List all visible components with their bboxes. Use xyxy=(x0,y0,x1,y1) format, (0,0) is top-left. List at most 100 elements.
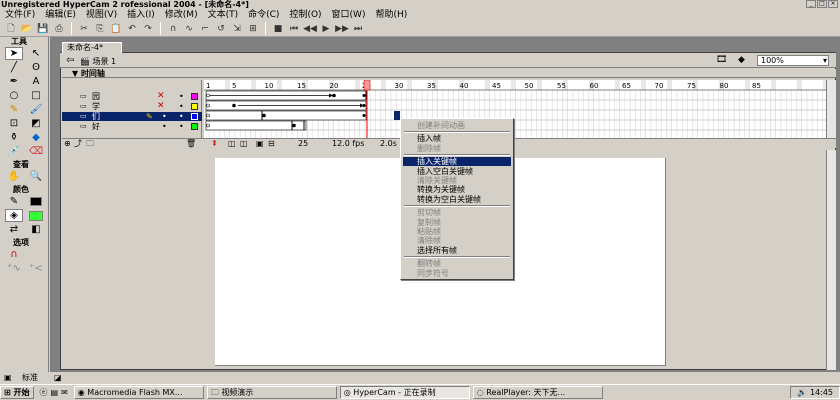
add-folder-icon[interactable]: 🗀 xyxy=(86,139,94,149)
edit-scene-icon[interactable]: 🎞 xyxy=(716,55,727,65)
properties-icon[interactable]: ▣ xyxy=(4,372,12,383)
lock-dot[interactable]: • xyxy=(179,112,184,121)
lock-dot[interactable]: • xyxy=(179,102,184,111)
visible-dot[interactable]: • xyxy=(162,112,167,121)
desktop-icon[interactable]: ▤ xyxy=(51,388,59,397)
eyedropper-tool-icon[interactable]: 💉 xyxy=(5,145,23,158)
menu-control[interactable]: 控制(O) xyxy=(284,9,326,21)
cut-icon[interactable]: ✂ xyxy=(77,22,91,35)
paint-bucket-tool-icon[interactable]: ◆ xyxy=(27,131,45,144)
fill-color-swatch[interactable] xyxy=(27,209,45,222)
go-to-end-icon[interactable]: ⏭ xyxy=(351,22,365,35)
menu-edit[interactable]: 编辑(E) xyxy=(40,9,81,21)
snap-magnet-icon[interactable]: ∩ xyxy=(166,22,180,35)
context-menu-item[interactable]: 转换为关键帧 xyxy=(403,185,511,194)
menu-view[interactable]: 视图(V) xyxy=(81,9,122,21)
layer-row[interactable]: ▭ 们 ✎ • • xyxy=(62,112,202,121)
play-icon[interactable]: ▶ xyxy=(319,22,333,35)
context-menu-item[interactable]: 转换为空白关键帧 xyxy=(403,195,511,204)
scale-icon[interactable]: ⇲ xyxy=(230,22,244,35)
copy-icon[interactable]: ⎘ xyxy=(93,22,107,35)
step-back-icon[interactable]: ◀◀ xyxy=(303,22,317,35)
open-folder-icon[interactable]: 📂 xyxy=(20,22,34,35)
menu-file[interactable]: 文件(F) xyxy=(0,9,40,21)
stroke-color-swatch[interactable] xyxy=(27,195,45,208)
context-menu-item[interactable]: 插入关键帧 xyxy=(403,157,511,167)
timeline-header[interactable]: ▼ 时间轴 xyxy=(62,69,836,78)
frames-grid[interactable]: 1510152025303540455055606570758085 xyxy=(204,80,826,138)
task-realplayer[interactable]: ◌ RealPlayer: 天下无... xyxy=(472,386,603,399)
straighten-icon[interactable]: ⌐ xyxy=(198,22,212,35)
fill-color-icon[interactable]: ◈ xyxy=(5,209,23,222)
outlook-icon[interactable]: ✉ xyxy=(61,388,68,397)
fill-transform-tool-icon[interactable]: ◩ xyxy=(27,117,45,130)
context-menu-item[interactable]: 插入空白关键帧 xyxy=(403,167,511,176)
hidden-x-icon[interactable]: ✕ xyxy=(157,92,165,101)
save-icon[interactable]: 💾 xyxy=(36,22,50,35)
outline-color-swatch[interactable] xyxy=(191,103,198,110)
eraser-tool-icon[interactable]: ⌫ xyxy=(27,145,45,158)
center-frame-icon[interactable]: ⇞ xyxy=(211,139,218,149)
swap-colors-icon[interactable]: ⇄ xyxy=(5,223,23,236)
onion-outline-icon[interactable]: ◫ xyxy=(240,139,248,149)
onion-markers-icon[interactable]: ⊟ xyxy=(268,139,275,149)
default-colors-icon[interactable]: ◧ xyxy=(27,223,45,236)
outline-color-swatch[interactable] xyxy=(191,93,198,100)
zoom-tool-icon[interactable]: 🔍 xyxy=(27,170,45,183)
outline-color-swatch[interactable] xyxy=(191,123,198,130)
minimize-button[interactable]: _ xyxy=(806,0,816,8)
panel-icon[interactable]: ◪ xyxy=(54,372,62,383)
context-menu-item[interactable]: 插入帧 xyxy=(403,134,511,143)
back-arrow-icon[interactable]: ⇦ xyxy=(66,55,74,66)
print-icon[interactable]: ⎙ xyxy=(52,22,66,35)
smooth-option-icon[interactable]: ⁺∿ xyxy=(5,262,23,275)
properties-label[interactable]: 标准 xyxy=(22,372,38,383)
stroke-color-icon[interactable]: ✎ xyxy=(5,195,23,208)
menu-window[interactable]: 窗口(W) xyxy=(327,9,371,21)
menu-help[interactable]: 帮助(H) xyxy=(370,9,412,21)
document-tab[interactable]: 未命名-4* xyxy=(62,42,122,53)
task-video[interactable]: 🗀 视频演示 xyxy=(206,386,337,399)
hidden-x-icon[interactable]: ✕ xyxy=(157,102,165,111)
menu-insert[interactable]: 插入(I) xyxy=(122,9,160,21)
stage-scrollbar[interactable] xyxy=(826,150,836,370)
paste-icon[interactable]: 📋 xyxy=(109,22,123,35)
layer-row[interactable]: ▭ 学 ✕ • xyxy=(62,102,202,111)
zoom-select[interactable]: 100% ▾ xyxy=(757,55,829,66)
oval-tool-icon[interactable]: ○ xyxy=(5,89,23,102)
menu-modify[interactable]: 修改(M) xyxy=(160,9,203,21)
subselect-tool-icon[interactable]: ↖ xyxy=(27,47,45,60)
onion-skin-icon[interactable]: ◫ xyxy=(228,139,236,149)
layer-row[interactable]: ▭ 园 ✕ • xyxy=(62,92,202,101)
ie-icon[interactable]: ⓔ xyxy=(40,387,48,398)
add-guide-icon[interactable]: ⤴ xyxy=(74,139,82,149)
maximize-button[interactable]: □ xyxy=(817,0,827,8)
lasso-tool-icon[interactable]: ʘ xyxy=(27,61,45,74)
tray-icon[interactable]: 🔊 xyxy=(797,388,807,397)
undo-icon[interactable]: ↶ xyxy=(125,22,139,35)
close-button[interactable]: × xyxy=(828,0,838,8)
step-forward-icon[interactable]: ▶▶ xyxy=(335,22,349,35)
rewind-icon[interactable]: ⏮ xyxy=(287,22,301,35)
align-icon[interactable]: ⊞ xyxy=(246,22,260,35)
redo-icon[interactable]: ↷ xyxy=(141,22,155,35)
line-tool-icon[interactable]: ╱ xyxy=(5,61,23,74)
context-menu-item[interactable]: 选择所有帧 xyxy=(403,246,511,255)
edit-multiple-icon[interactable]: ▣ xyxy=(256,139,264,149)
snap-magnet-option-icon[interactable]: ∩ xyxy=(5,248,23,261)
text-tool-icon[interactable]: A xyxy=(27,75,45,88)
ink-bottle-tool-icon[interactable]: ⚱ xyxy=(5,131,23,144)
rotate-icon[interactable]: ↺ xyxy=(214,22,228,35)
lock-dot[interactable]: • xyxy=(179,92,184,101)
scene-label[interactable]: 🎬 场景 1 xyxy=(80,56,116,67)
new-file-icon[interactable]: 🗋 xyxy=(4,22,18,35)
timeline-scrollbar[interactable] xyxy=(826,80,836,140)
stop-icon[interactable]: ■ xyxy=(271,22,285,35)
hand-tool-icon[interactable]: ✋ xyxy=(5,170,23,183)
free-transform-tool-icon[interactable]: ⊡ xyxy=(5,117,23,130)
edit-symbol-icon[interactable]: ◆ xyxy=(738,55,745,65)
pen-tool-icon[interactable]: ✒ xyxy=(5,75,23,88)
add-layer-icon[interactable]: ⊕ xyxy=(64,139,71,149)
menu-commands[interactable]: 命令(C) xyxy=(243,9,284,21)
straighten-option-icon[interactable]: ⁺< xyxy=(27,262,45,275)
